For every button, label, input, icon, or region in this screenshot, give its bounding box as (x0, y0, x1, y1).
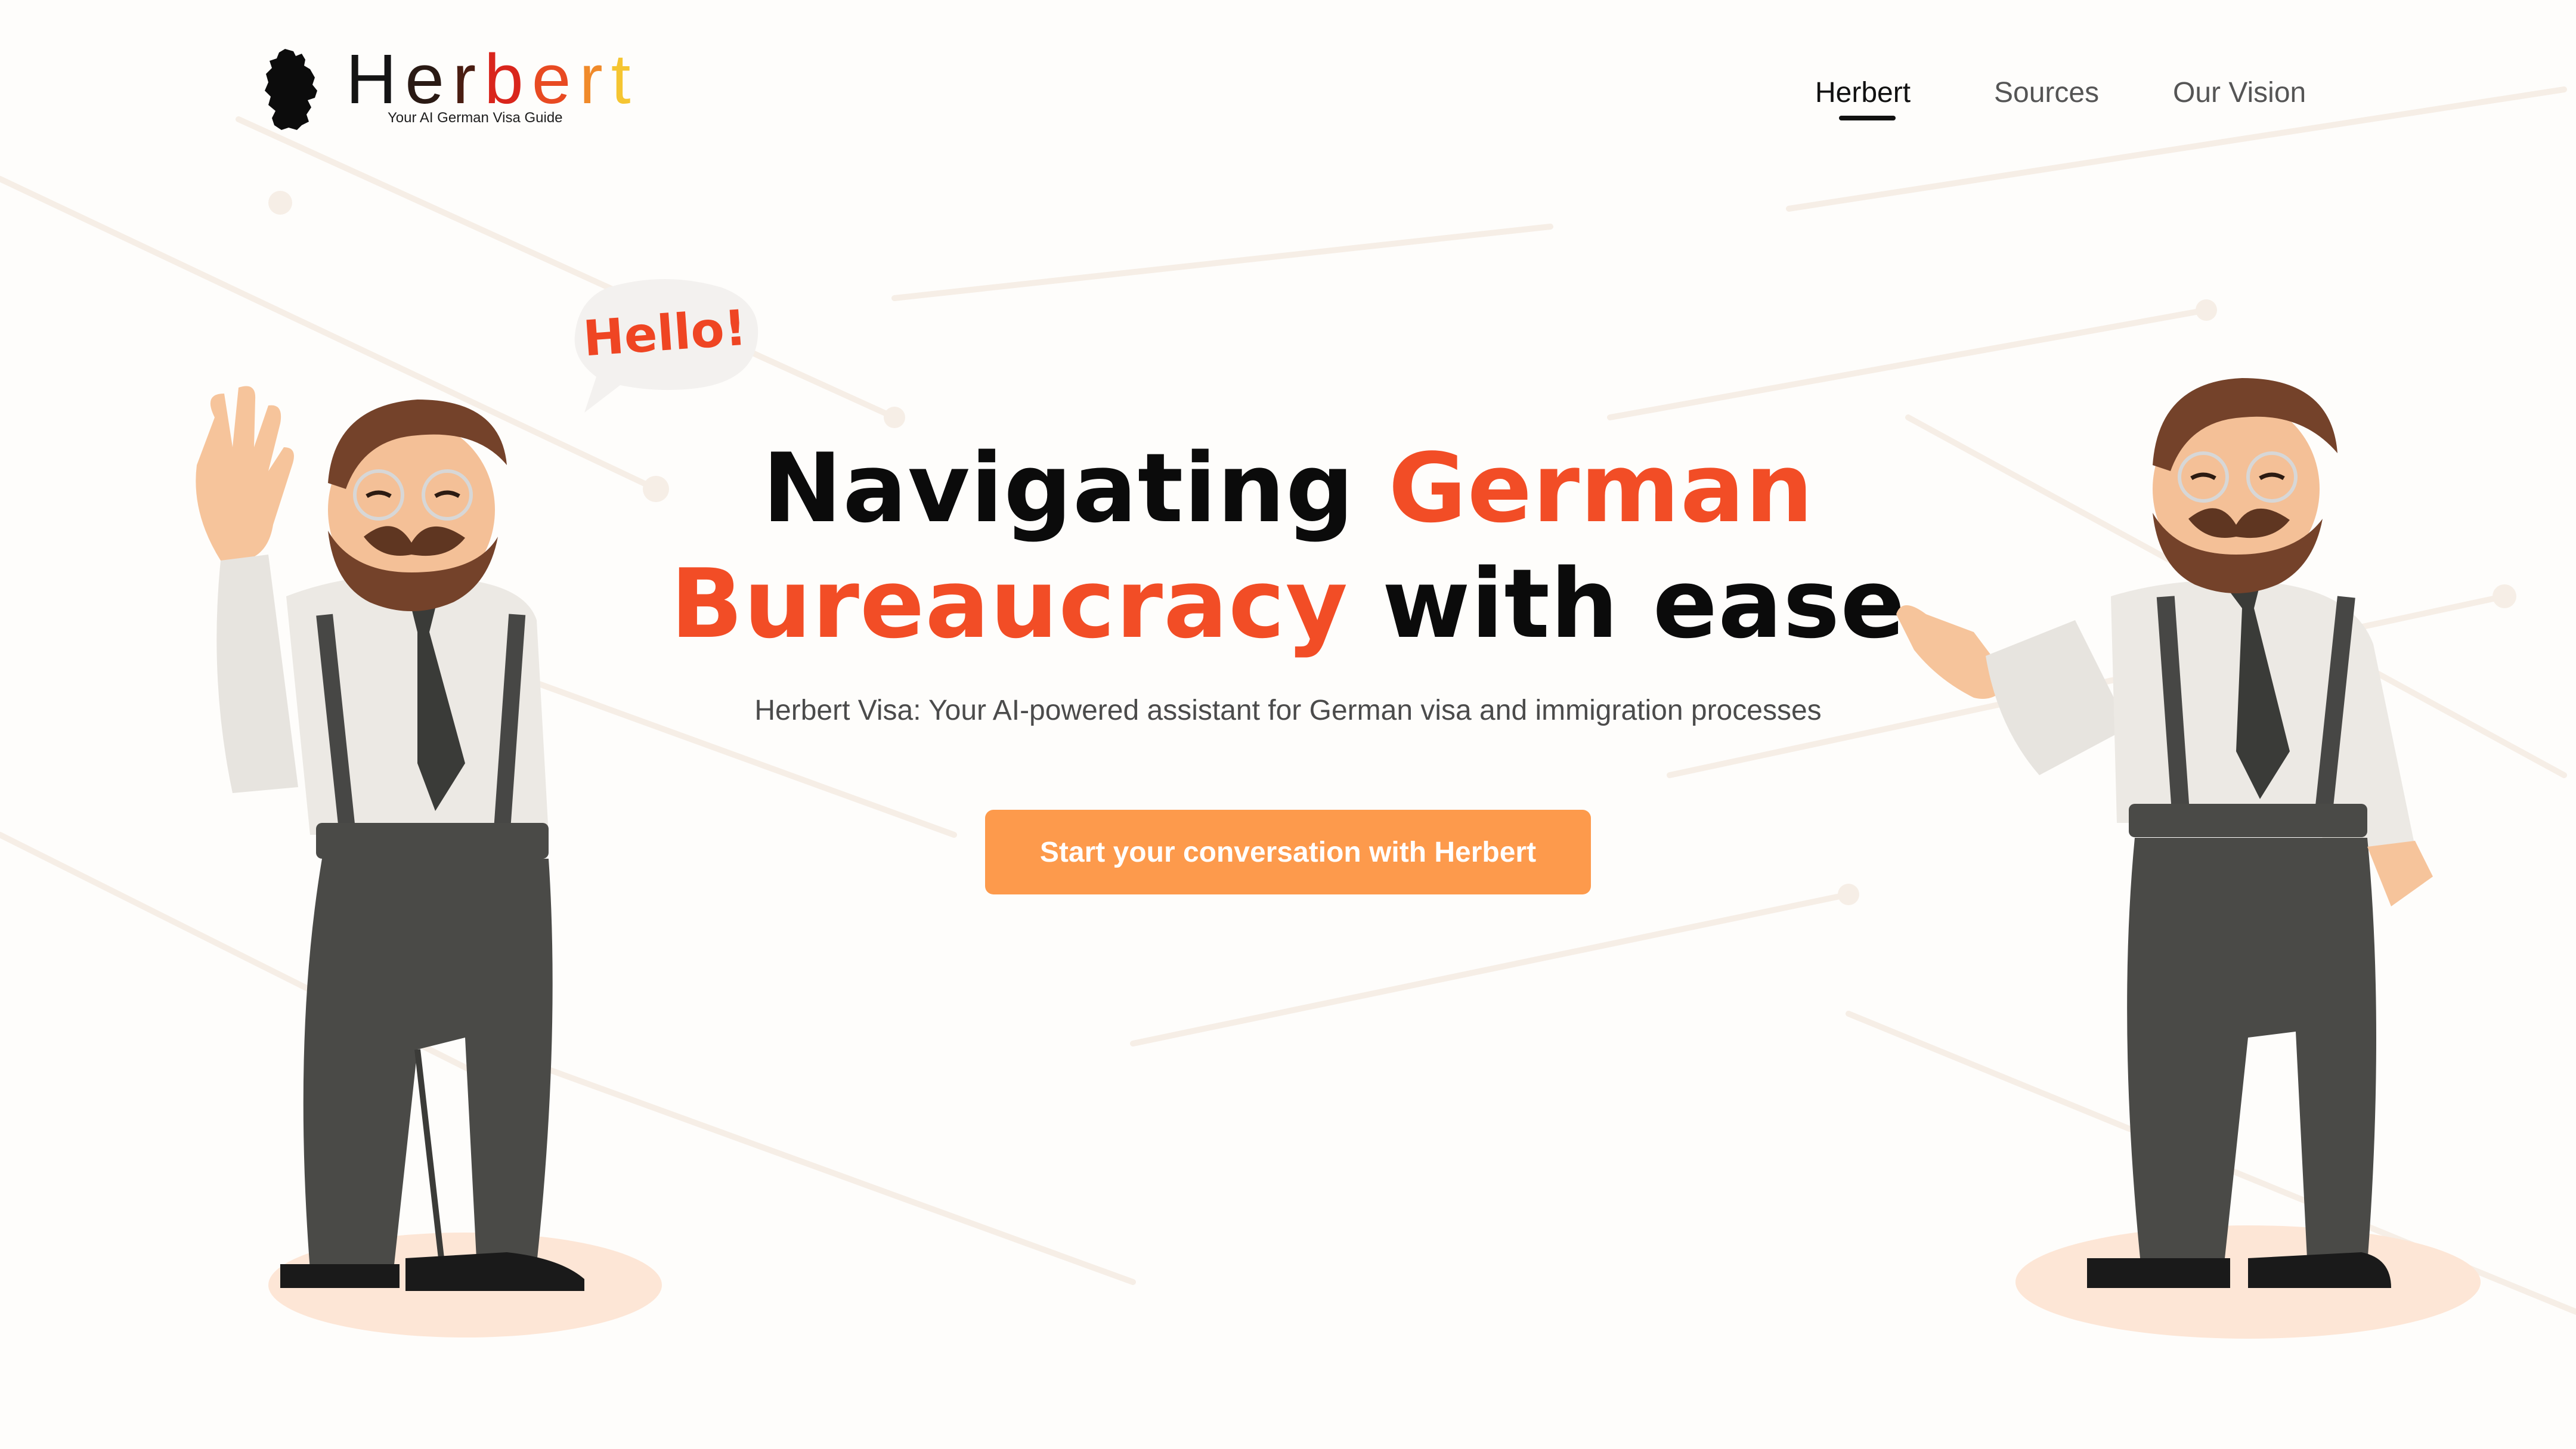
active-nav-indicator (1839, 116, 1896, 120)
hero-title-accent: Bureaucracy (670, 548, 1349, 660)
nav-item-label: Sources (1994, 77, 2100, 109)
main-nav: Herbert Sources Our Vision (0, 76, 2576, 120)
nav-item-label: Our Vision (2173, 77, 2306, 109)
nav-item-label: Herbert (1815, 77, 1911, 109)
start-conversation-button[interactable]: Start your conversation with Herbert (985, 810, 1591, 894)
nav-item-sources[interactable]: Sources (1994, 76, 2099, 109)
hero-title-dark: Navigating (762, 432, 1355, 544)
nav-item-herbert[interactable]: Herbert (1815, 76, 1911, 120)
nav-item-our-vision[interactable]: Our Vision (2173, 76, 2306, 109)
start-conversation-label: Start your conversation with Herbert (1039, 836, 1537, 868)
hero-title-dark: with ease (1382, 548, 1906, 660)
hero-title-accent: German (1388, 432, 1814, 544)
herbert-waving-illustration (196, 386, 662, 1337)
herbert-presenting-illustration (1896, 378, 2481, 1339)
